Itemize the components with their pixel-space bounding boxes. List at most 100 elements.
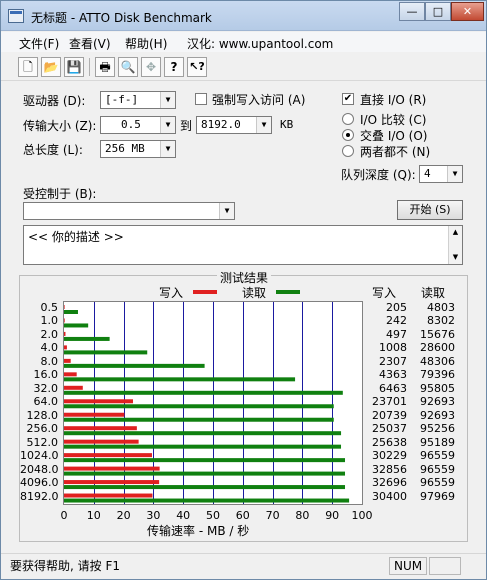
legend-write-swatch xyxy=(193,290,217,294)
read-value: 92693 xyxy=(420,395,455,409)
chevron-down-icon: ▼ xyxy=(219,203,234,219)
read-value: 95805 xyxy=(420,381,455,395)
x-tick-label: 10 xyxy=(86,509,101,522)
write-value: 23701 xyxy=(372,395,407,409)
category-label: 2048.0 xyxy=(20,462,59,476)
context-help-icon[interactable]: ↖? xyxy=(187,57,207,77)
minimize-button[interactable]: — xyxy=(399,2,425,21)
read-bar-16.0 xyxy=(64,377,296,382)
x-tick-label: 90 xyxy=(325,509,340,522)
menu-file[interactable]: 文件(F) xyxy=(19,35,59,52)
close-button[interactable]: ✕ xyxy=(451,2,484,21)
read-bar-64.0 xyxy=(64,404,334,409)
category-label: 8192.0 xyxy=(20,489,59,503)
write-bar-128.0 xyxy=(64,412,125,417)
x-tick-label: 60 xyxy=(235,509,250,522)
write-value: 1008 xyxy=(379,341,407,355)
write-column-header: 写入 xyxy=(372,286,397,300)
write-value: 32856 xyxy=(372,462,407,476)
write-value: 497 xyxy=(386,327,407,341)
kb-unit-label: KB xyxy=(280,118,294,131)
scroll-up-icon[interactable]: ▲ xyxy=(449,228,462,236)
print-icon[interactable]: 🖶 xyxy=(95,57,115,77)
chevron-down-icon: ▼ xyxy=(256,117,271,133)
x-tick-label: 30 xyxy=(146,509,161,522)
menu-localization[interactable]: 汉化: www.upantool.com xyxy=(187,35,333,52)
status-help-text: 要获得帮助, 请按 F1 xyxy=(10,559,120,573)
read-bar-0.5 xyxy=(64,310,78,314)
read-value: 97969 xyxy=(420,489,455,503)
category-label: 512.0 xyxy=(26,435,59,449)
transfer-from-select[interactable]: 0.5 ▼ xyxy=(100,116,176,134)
write-bar-64.0 xyxy=(64,399,133,404)
drive-select[interactable]: [-f-] ▼ xyxy=(100,91,176,109)
category-label: 64.0 xyxy=(33,395,59,409)
force-write-checkbox[interactable] xyxy=(195,93,207,105)
status-bar: 要获得帮助, 请按 F1 NUM xyxy=(1,553,486,579)
read-value: 8302 xyxy=(427,314,455,328)
category-label: 4.0 xyxy=(40,341,59,355)
read-bar-8.0 xyxy=(64,363,205,368)
transfer-to-select[interactable]: 8192.0 ▼ xyxy=(196,116,272,134)
direct-io-checkbox[interactable]: ✔ xyxy=(342,93,354,105)
save-icon[interactable]: 💾 xyxy=(64,57,84,77)
scroll-down-icon[interactable]: ▼ xyxy=(449,253,462,261)
chevron-down-icon: ▼ xyxy=(160,141,175,157)
maximize-button[interactable]: □ xyxy=(425,2,451,21)
to-label: 到 xyxy=(180,119,193,133)
help-icon[interactable]: ? xyxy=(164,57,184,77)
read-bar-4.0 xyxy=(64,350,148,355)
neither-radio[interactable] xyxy=(342,145,354,157)
read-bar-256.0 xyxy=(64,431,342,436)
print-preview-icon[interactable]: 🔍 xyxy=(118,57,138,77)
transfer-size-label: 传输大小 (Z): xyxy=(23,119,97,133)
write-value: 205 xyxy=(386,301,407,314)
x-tick-label: 80 xyxy=(295,509,310,522)
title-bar[interactable]: 无标题 - ATTO Disk Benchmark — □ ✕ xyxy=(1,1,486,31)
write-value: 30400 xyxy=(372,489,407,503)
controlled-by-label: 受控制于 (B): xyxy=(23,187,97,201)
description-scrollbar[interactable]: ▲ ▼ xyxy=(448,226,462,264)
menu-help[interactable]: 帮助(H) xyxy=(125,35,167,52)
read-value: 15676 xyxy=(420,327,455,341)
category-label: 256.0 xyxy=(26,422,59,436)
controlled-by-select[interactable]: ▼ xyxy=(23,202,235,220)
write-bar-512.0 xyxy=(64,439,139,444)
category-label: 4096.0 xyxy=(20,476,59,490)
overlap-io-radio[interactable] xyxy=(342,129,354,141)
category-label: 1.0 xyxy=(40,314,59,328)
read-value: 96559 xyxy=(420,476,455,490)
menu-view[interactable]: 查看(V) xyxy=(69,35,111,52)
direct-io-label: 直接 I/O (R) xyxy=(360,93,427,107)
move-icon[interactable]: ✥ xyxy=(141,57,161,77)
write-bar-1.0 xyxy=(64,318,65,323)
read-value: 4803 xyxy=(427,301,455,314)
total-length-select[interactable]: 256 MB ▼ xyxy=(100,140,176,158)
status-empty-panel xyxy=(429,557,461,575)
description-textarea[interactable]: << 你的描述 >> ▲ ▼ xyxy=(23,225,463,265)
read-column-header: 读取 xyxy=(421,286,446,300)
open-folder-icon[interactable]: 📂 xyxy=(41,57,61,77)
read-bar-8192.0 xyxy=(64,498,350,503)
read-bar-2.0 xyxy=(64,336,110,341)
write-value: 32696 xyxy=(372,476,407,490)
toolbar: 🗋 📂 💾 🖶 🔍 ✥ ? ↖? xyxy=(1,53,486,81)
toolbar-separator xyxy=(89,58,90,76)
queue-depth-label: 队列深度 (Q): xyxy=(341,168,416,182)
write-value: 4363 xyxy=(379,368,407,382)
status-num-indicator: NUM xyxy=(389,557,427,575)
x-tick-label: 20 xyxy=(116,509,131,522)
category-label: 0.5 xyxy=(40,301,59,314)
chevron-down-icon: ▼ xyxy=(447,166,462,182)
window-title: 无标题 - ATTO Disk Benchmark xyxy=(31,11,212,25)
write-bar-8192.0 xyxy=(64,493,153,498)
start-button[interactable]: 开始 (S) xyxy=(397,200,463,220)
queue-depth-select[interactable]: 4 ▼ xyxy=(419,165,463,183)
io-compare-radio[interactable] xyxy=(342,113,354,125)
read-bar-32.0 xyxy=(64,390,343,395)
new-file-icon[interactable]: 🗋 xyxy=(18,57,38,77)
write-bar-0.5 xyxy=(64,305,65,309)
write-bar-256.0 xyxy=(64,426,137,431)
write-value: 25037 xyxy=(372,422,407,436)
force-write-label: 强制写入访问 (A) xyxy=(212,93,306,107)
